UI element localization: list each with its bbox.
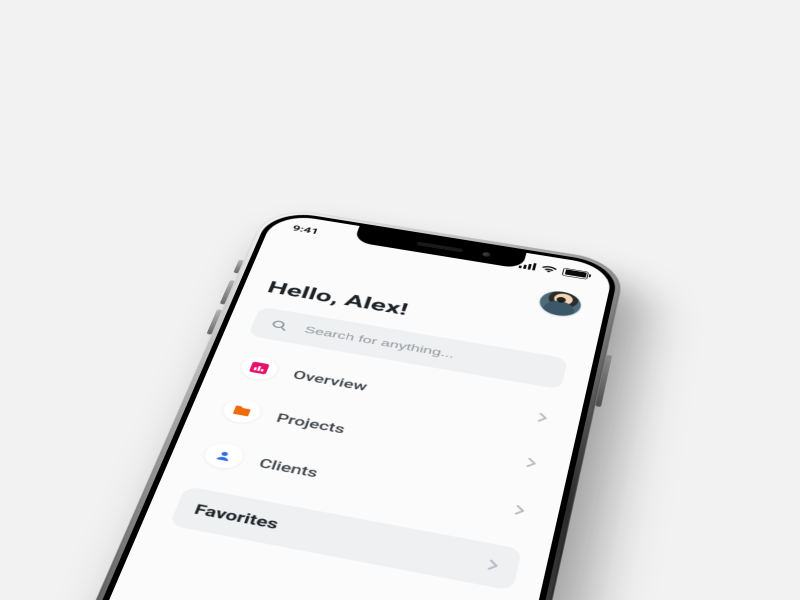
phone-mockup: 9:41 Hello, Alex! [49, 205, 626, 600]
battery-icon [562, 268, 589, 280]
bar-chart-icon [237, 354, 281, 382]
chevron-right-icon [537, 412, 549, 423]
front-camera [482, 252, 491, 258]
chevron-right-icon [513, 504, 526, 516]
favorites-section[interactable]: Favorites [169, 486, 522, 591]
earpiece [416, 242, 463, 253]
chevron-right-icon [525, 457, 537, 469]
wifi-icon [540, 264, 558, 274]
phone-screen: 9:41 Hello, Alex! [66, 212, 614, 600]
avatar[interactable] [537, 289, 583, 319]
person-icon [201, 441, 247, 471]
status-time: 9:41 [291, 223, 320, 236]
folder-icon [219, 397, 264, 426]
search-icon [268, 318, 290, 332]
